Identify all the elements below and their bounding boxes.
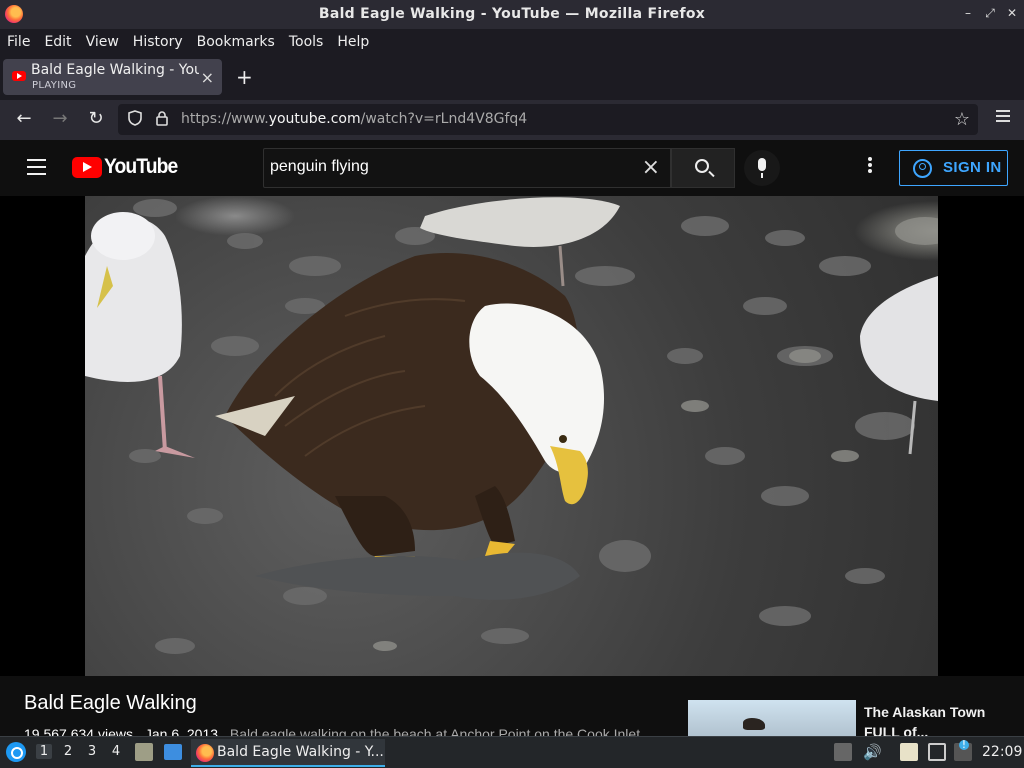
taskbar: 1 2 3 4 Bald Eagle Walking - Y... 🔊 22:0… bbox=[0, 736, 1024, 768]
reload-icon[interactable]: ↻ bbox=[84, 108, 108, 129]
application-launcher-icon[interactable] bbox=[6, 742, 26, 762]
sign-in-button[interactable]: SIGN IN bbox=[899, 150, 1008, 186]
clock[interactable]: 22:09 bbox=[982, 744, 1022, 760]
window-titlebar: Bald Eagle Walking - YouTube — Mozilla F… bbox=[0, 0, 1024, 29]
workspace-1[interactable]: 1 bbox=[36, 744, 52, 759]
menu-bar: File Edit View History Bookmarks Tools H… bbox=[0, 29, 1024, 54]
url-path: /watch?v=rLnd4V8Gfq4 bbox=[360, 111, 528, 127]
lock-icon[interactable] bbox=[155, 110, 169, 130]
back-icon[interactable]: ← bbox=[12, 108, 36, 129]
volume-icon[interactable]: 🔊 bbox=[863, 743, 882, 761]
video-frame bbox=[85, 197, 938, 654]
voice-search-button[interactable] bbox=[744, 150, 780, 186]
updates-icon[interactable] bbox=[954, 740, 972, 761]
clear-search-icon[interactable]: × bbox=[642, 155, 660, 180]
video-player[interactable] bbox=[85, 196, 938, 676]
workspace-4[interactable]: 4 bbox=[108, 744, 124, 759]
watch-metadata: Bald Eagle Walking 19,567,634 views Jan … bbox=[0, 676, 1024, 742]
shield-icon[interactable] bbox=[128, 110, 142, 130]
navigation-bar: ← → ↻ https://www.youtube.com/watch?v=rL… bbox=[0, 100, 1024, 140]
url-text[interactable]: https://www.youtube.com/watch?v=rLnd4V8G… bbox=[181, 111, 527, 127]
related-video-thumbnail[interactable] bbox=[688, 700, 856, 740]
youtube-header: YouTube × SIGN IN bbox=[0, 140, 1024, 196]
network-icon[interactable] bbox=[928, 743, 946, 761]
workspace-3[interactable]: 3 bbox=[84, 744, 100, 759]
sign-in-label: SIGN IN bbox=[943, 159, 1002, 176]
show-desktop-icon[interactable] bbox=[164, 744, 182, 760]
youtube-logo-icon[interactable] bbox=[72, 157, 102, 178]
video-title: Bald Eagle Walking bbox=[24, 692, 197, 714]
mic-icon bbox=[758, 158, 766, 178]
star-icon[interactable]: ☆ bbox=[954, 109, 970, 130]
close-window-button[interactable]: ✕ bbox=[1006, 6, 1018, 21]
guide-menu-icon[interactable] bbox=[27, 159, 46, 180]
menu-history[interactable]: History bbox=[133, 34, 183, 50]
menu-icon[interactable] bbox=[996, 110, 1010, 125]
file-manager-icon[interactable] bbox=[135, 743, 153, 761]
menu-edit[interactable]: Edit bbox=[44, 34, 71, 50]
minimize-button[interactable]: – bbox=[962, 6, 974, 21]
tray-expand-icon[interactable] bbox=[834, 743, 852, 761]
url-host: youtube.com bbox=[268, 111, 361, 127]
youtube-logo-text[interactable]: YouTube bbox=[104, 155, 178, 179]
task-label: Bald Eagle Walking - Y... bbox=[217, 744, 384, 760]
menu-view[interactable]: View bbox=[86, 34, 119, 50]
forward-icon[interactable]: → bbox=[48, 108, 72, 129]
menu-bookmarks[interactable]: Bookmarks bbox=[197, 34, 275, 50]
tab-close-icon[interactable]: × bbox=[201, 68, 214, 87]
clipboard-icon[interactable] bbox=[900, 743, 918, 761]
search-icon bbox=[695, 159, 709, 173]
restore-button[interactable]: ⤢ bbox=[984, 6, 996, 21]
menu-file[interactable]: File bbox=[7, 34, 30, 50]
url-prefix: https://www. bbox=[181, 111, 269, 127]
taskbar-firefox-task[interactable]: Bald Eagle Walking - Y... bbox=[191, 739, 385, 767]
user-icon bbox=[913, 159, 932, 178]
tab-strip: Bald Eagle Walking - YouTube PLAYING × + bbox=[0, 54, 1024, 100]
tab-bald-eagle[interactable]: Bald Eagle Walking - YouTube PLAYING × bbox=[3, 59, 222, 95]
search-input[interactable] bbox=[270, 158, 630, 176]
new-tab-button[interactable]: + bbox=[236, 65, 253, 89]
menu-tools[interactable]: Tools bbox=[289, 34, 324, 50]
tab-title: Bald Eagle Walking - YouTube bbox=[31, 62, 199, 78]
youtube-favicon-icon bbox=[12, 71, 26, 81]
firefox-icon bbox=[196, 744, 214, 762]
url-bar[interactable]: https://www.youtube.com/watch?v=rLnd4V8G… bbox=[118, 104, 978, 135]
more-icon[interactable] bbox=[862, 157, 878, 175]
workspace-2[interactable]: 2 bbox=[60, 744, 76, 759]
window-title: Bald Eagle Walking - YouTube — Mozilla F… bbox=[318, 6, 706, 22]
menu-help[interactable]: Help bbox=[337, 34, 369, 50]
search-button[interactable] bbox=[671, 148, 735, 188]
tab-playing-status[interactable]: PLAYING bbox=[32, 80, 76, 91]
search-box[interactable]: × bbox=[263, 148, 671, 188]
